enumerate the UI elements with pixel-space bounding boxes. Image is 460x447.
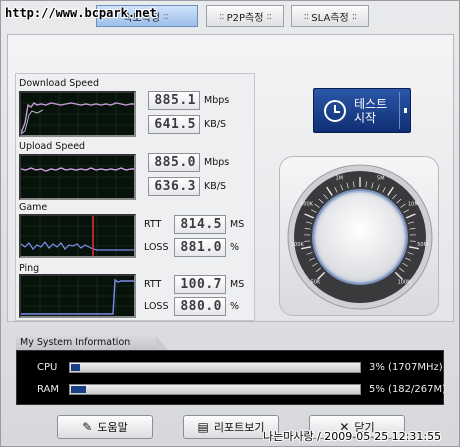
- watermark-url: http://www.bcpark.net: [5, 6, 157, 20]
- gauge-tick-label: 100K: [291, 242, 305, 248]
- game-loss-label: LOSS: [144, 242, 169, 253]
- tab-p2p-test[interactable]: :: P2P측정::: [206, 5, 284, 27]
- system-info-title: My System Information: [16, 336, 168, 350]
- help-button[interactable]: ✎ 도움말: [57, 415, 153, 439]
- game-rtt-label: RTT: [144, 219, 162, 230]
- upload-kbs-unit: KB/S: [204, 181, 226, 192]
- ping-rtt-display: 100.7: [174, 275, 226, 294]
- cpu-row: CPU 3% (1707MHz): [17, 358, 443, 378]
- upload-kbs-display: 636.3: [148, 177, 200, 196]
- upload-mbps-display: 885.0: [148, 153, 200, 172]
- download-graph-svg: [21, 93, 134, 135]
- start-button-label-line1: 테스트: [354, 96, 388, 111]
- speed-gauge-panel: 50K 100K 500K 1M 5M 10M 50M 100M: [279, 156, 439, 316]
- gauge-tick-label: 50M: [417, 242, 428, 248]
- game-graph-svg: [21, 216, 134, 256]
- ram-usage-fill: [71, 386, 86, 393]
- tab-sla-label: SLA측정: [311, 12, 349, 24]
- ping-graph: [19, 274, 136, 318]
- ping-graph-svg: [21, 276, 134, 316]
- tab-grip-icon: ::: [303, 10, 310, 22]
- tab-sla-test[interactable]: :: SLA측정::: [291, 5, 369, 27]
- graphs-panel: Download Speed 885.1 Mbps 641.5 KB/S Upl…: [15, 73, 255, 321]
- tab-grip-icon: ::: [351, 10, 358, 22]
- download-mbps-unit: Mbps: [204, 95, 230, 106]
- gauge-tick-label: 500K: [300, 201, 314, 207]
- upload-graph: [19, 154, 136, 200]
- download-speed-label: Download Speed: [19, 78, 100, 89]
- ram-usage-value: 5% (182/267M): [369, 384, 447, 395]
- gauge-tick-label: 10M: [408, 201, 419, 207]
- clock-icon: [324, 99, 346, 122]
- start-button-label-line2: 시작: [354, 110, 377, 125]
- gauge-tick-label: 50K: [311, 280, 321, 286]
- ping-loss-label: LOSS: [144, 301, 169, 312]
- upload-mbps-unit: Mbps: [204, 157, 230, 168]
- download-mbps-display: 885.1: [148, 91, 200, 110]
- cpu-usage-fill: [71, 364, 80, 371]
- cpu-usage-value: 3% (1707MHz): [369, 362, 443, 373]
- game-graph: [19, 214, 136, 258]
- game-loss-unit: %: [230, 242, 240, 253]
- game-loss-display: 881.0: [174, 238, 226, 257]
- download-kbs-unit: KB/S: [204, 119, 226, 130]
- dropdown-arrow-icon[interactable]: [404, 108, 407, 113]
- ping-rtt-label: RTT: [144, 279, 162, 290]
- upload-graph-svg: [21, 156, 134, 198]
- tab-grip-icon: ::: [266, 10, 272, 22]
- system-info-panel: CPU 3% (1707MHz) RAM 5% (182/267M): [16, 350, 447, 405]
- game-rtt-display: 814.5: [174, 215, 226, 234]
- ping-label: Ping: [19, 263, 40, 274]
- ping-loss-unit: %: [230, 301, 240, 312]
- help-icon: ✎: [82, 420, 93, 434]
- ping-loss-display: 880.0: [174, 297, 226, 316]
- gauge-tick-label: 1M: [335, 176, 343, 182]
- tab-grip-icon: ::: [163, 10, 169, 22]
- report-button-label: 리포트보기: [213, 421, 265, 434]
- ram-usage-bar: [69, 384, 361, 395]
- ram-row: RAM 5% (182/267M): [17, 380, 447, 400]
- gauge-tick-label: 100M: [398, 280, 412, 286]
- start-button-separator: [399, 92, 400, 129]
- upload-speed-label: Upload Speed: [19, 141, 86, 152]
- game-label: Game: [19, 202, 48, 213]
- ram-label: RAM: [37, 384, 60, 395]
- gauge-tick-label: 5M: [377, 176, 385, 182]
- speed-test-window: http://www.bcpark.net 속도측정:: :: P2P측정:: :…: [0, 0, 460, 447]
- tab-p2p-label: P2P측정: [226, 12, 264, 24]
- game-rtt-unit: MS: [230, 219, 245, 230]
- watermark-signature: 나는마사랑 / 2009-05-25 12:31:55: [263, 430, 442, 443]
- tab-grip-icon: ::: [218, 10, 225, 22]
- cpu-usage-bar: [69, 362, 361, 373]
- start-test-button[interactable]: 테스트 시작: [313, 88, 411, 133]
- download-kbs-display: 641.5: [148, 115, 200, 134]
- speed-gauge: 50K 100K 500K 1M 5M 10M 50M 100M: [287, 164, 433, 310]
- report-icon: ▤: [197, 420, 209, 434]
- ping-rtt-unit: MS: [230, 279, 245, 290]
- help-button-label: 도움말: [97, 421, 128, 434]
- cpu-label: CPU: [37, 362, 58, 373]
- download-graph: [19, 91, 136, 137]
